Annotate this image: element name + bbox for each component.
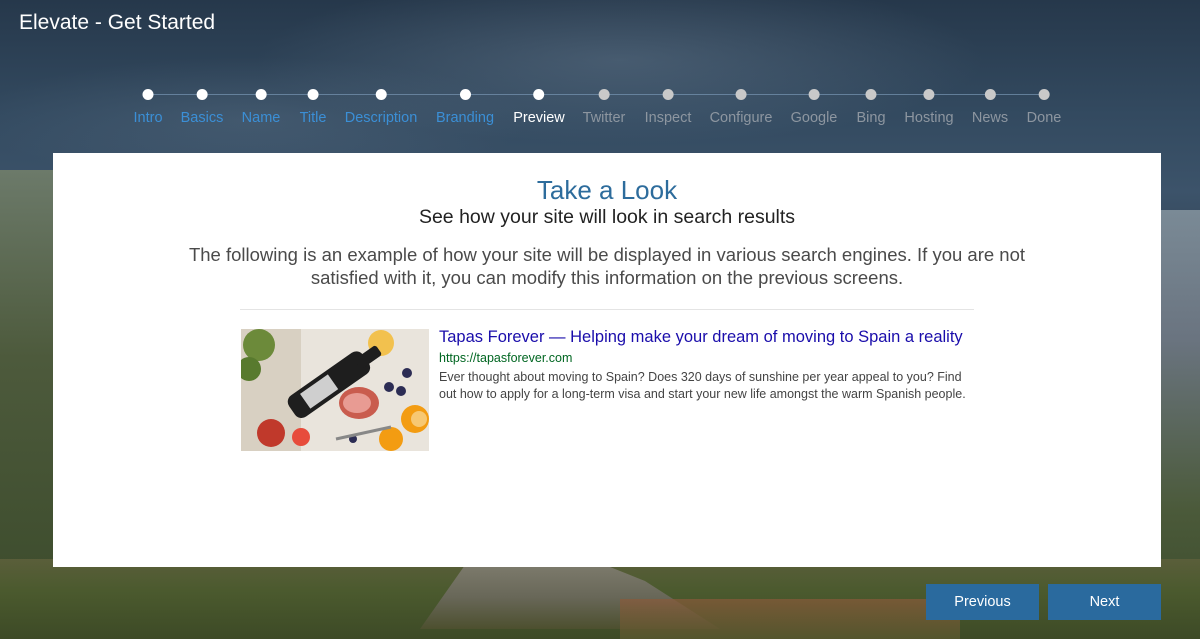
page: Elevate - Get Started Intro Basics Name … bbox=[0, 0, 1200, 639]
step-dot bbox=[662, 89, 674, 100]
step-intro[interactable]: Intro bbox=[133, 89, 163, 126]
step-label: Bing bbox=[856, 110, 886, 126]
step-label: Basics bbox=[180, 110, 224, 126]
step-dot bbox=[375, 89, 387, 100]
search-result-preview: Tapas Forever — Helping make your dream … bbox=[241, 329, 981, 452]
step-dot bbox=[984, 89, 996, 100]
forest bbox=[620, 599, 960, 639]
step-dot bbox=[196, 89, 208, 100]
step-dot bbox=[307, 89, 319, 100]
wizard-stepper: Intro Basics Name Title Description Bran… bbox=[0, 84, 1200, 134]
step-dot bbox=[255, 89, 267, 100]
step-dot bbox=[142, 89, 154, 100]
step-label: Twitter bbox=[582, 110, 626, 126]
step-label: Google bbox=[790, 110, 838, 126]
step-hosting[interactable]: Hosting bbox=[904, 89, 954, 126]
card-subheading: See how your site will look in search re… bbox=[418, 206, 796, 228]
step-dot bbox=[533, 89, 545, 100]
step-label: Name bbox=[241, 110, 281, 126]
step-label: Inspect bbox=[644, 110, 692, 126]
previous-button[interactable]: Previous bbox=[926, 584, 1039, 620]
step-label: Branding bbox=[435, 110, 495, 126]
result-title-link[interactable]: Tapas Forever — Helping make your dream … bbox=[439, 329, 979, 346]
step-title[interactable]: Title bbox=[299, 89, 327, 126]
step-label: Title bbox=[299, 110, 327, 126]
step-done[interactable]: Done bbox=[1026, 89, 1062, 126]
step-branding[interactable]: Branding bbox=[436, 89, 494, 126]
result-url: https://tapasforever.com bbox=[439, 351, 573, 365]
result-text: Tapas Forever — Helping make your dream … bbox=[439, 329, 979, 403]
step-preview[interactable]: Preview bbox=[513, 89, 565, 126]
step-twitter[interactable]: Twitter bbox=[582, 89, 626, 126]
step-label: Intro bbox=[133, 110, 163, 126]
divider bbox=[240, 309, 974, 310]
step-dot bbox=[1038, 89, 1050, 100]
app-title: Elevate - Get Started bbox=[19, 11, 216, 34]
card-description: The following is an example of how your … bbox=[188, 244, 1026, 288]
step-configure[interactable]: Configure bbox=[709, 89, 773, 126]
step-label: News bbox=[971, 110, 1009, 126]
step-description[interactable]: Description bbox=[344, 89, 418, 126]
step-news[interactable]: News bbox=[972, 89, 1008, 126]
step-dot bbox=[598, 89, 610, 100]
next-button[interactable]: Next bbox=[1048, 584, 1161, 620]
step-dot bbox=[808, 89, 820, 100]
step-name[interactable]: Name bbox=[241, 89, 281, 126]
step-label: Preview bbox=[513, 110, 565, 126]
step-google[interactable]: Google bbox=[790, 89, 838, 126]
step-label: Configure bbox=[709, 110, 773, 126]
step-label: Done bbox=[1026, 110, 1062, 126]
result-thumbnail-image bbox=[241, 329, 429, 451]
step-dot bbox=[735, 89, 747, 100]
step-dot bbox=[865, 89, 877, 100]
step-inspect[interactable]: Inspect bbox=[644, 89, 692, 126]
result-snippet: Ever thought about moving to Spain? Does… bbox=[439, 370, 966, 401]
step-bing[interactable]: Bing bbox=[856, 89, 886, 126]
card-heading: Take a Look bbox=[536, 175, 678, 205]
preview-card: Take a Look See how your site will look … bbox=[53, 153, 1161, 567]
step-label: Hosting bbox=[904, 110, 954, 126]
step-dot bbox=[923, 89, 935, 100]
step-basics[interactable]: Basics bbox=[180, 89, 224, 126]
step-dot bbox=[459, 89, 471, 100]
step-label: Description bbox=[344, 110, 418, 126]
